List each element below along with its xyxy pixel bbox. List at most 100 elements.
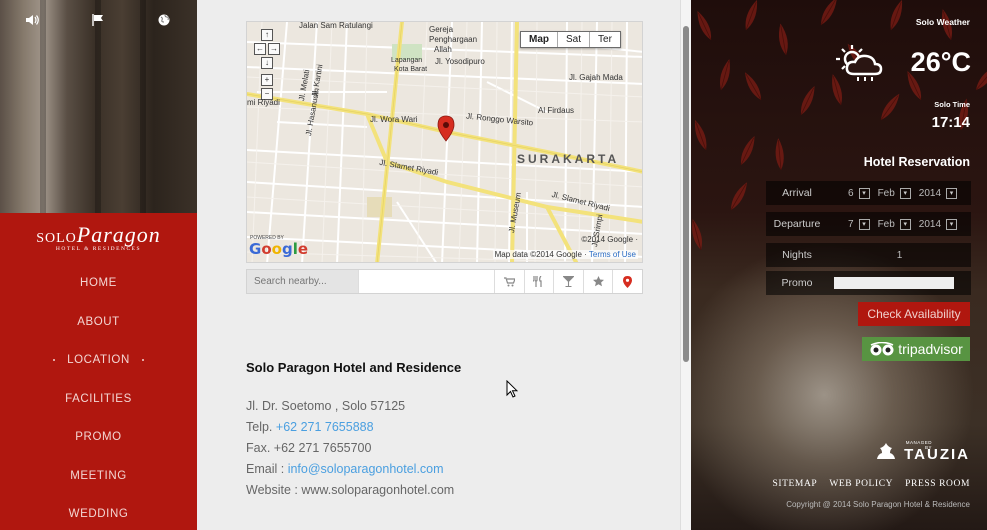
map-street-label: Jl. Yosodipuro bbox=[435, 57, 485, 66]
chevron-down-icon[interactable]: ▾ bbox=[858, 187, 870, 199]
email-link[interactable]: info@soloparagonhotel.com bbox=[288, 462, 444, 476]
nav-item-location[interactable]: LOCATION bbox=[0, 341, 197, 380]
cocktail-icon[interactable] bbox=[553, 270, 583, 293]
chevron-down-icon[interactable]: ▾ bbox=[858, 218, 870, 230]
telephone-line: Telp. +62 271 7655888 bbox=[246, 420, 666, 441]
tripadvisor-label: tripadvisor bbox=[898, 341, 963, 357]
hotel-contact-info: Solo Paragon Hotel and Residence Jl. Dr.… bbox=[246, 360, 666, 504]
departure-row: Departure 7 ▾ Feb ▾ 2014 ▾ bbox=[766, 212, 971, 236]
arrival-date-select[interactable]: 6 ▾ Feb ▾ 2014 ▾ bbox=[848, 187, 965, 199]
chevron-down-icon[interactable]: ▾ bbox=[946, 218, 958, 230]
pan-left-button[interactable]: ← bbox=[254, 43, 266, 55]
google-logo-letter: o bbox=[261, 240, 272, 258]
nav-item-wedding[interactable]: WEDDING bbox=[0, 495, 197, 530]
footer-link-web-policy[interactable]: WEB POLICY bbox=[829, 479, 893, 489]
chevron-down-icon[interactable]: ▾ bbox=[899, 187, 911, 199]
owl-icon bbox=[870, 342, 894, 356]
brand-accent: Paragon bbox=[76, 222, 161, 247]
map-type-switcher: Map Sat Ter bbox=[520, 31, 621, 48]
cart-icon[interactable] bbox=[494, 270, 524, 293]
page-scrollbar[interactable] bbox=[680, 0, 691, 530]
managed-by-label: MANAGED BY bbox=[905, 440, 932, 450]
arrival-row: Arrival 6 ▾ Feb ▾ 2014 ▾ bbox=[766, 181, 971, 205]
temperature: 26°C bbox=[910, 47, 971, 77]
speaker-icon[interactable] bbox=[24, 12, 40, 28]
tauzia-logo[interactable]: MANAGED BY TAUZIA bbox=[877, 440, 970, 463]
email-label: Email : bbox=[246, 462, 288, 476]
chevron-down-icon[interactable]: ▾ bbox=[946, 187, 958, 199]
left-sidebar: SOLOParagon HOTEL & RESIDENCES HOME ABOUT… bbox=[0, 0, 197, 530]
main-nav: HOME ABOUT LOCATION FACILITIES PROMO MEETING W… bbox=[0, 264, 197, 530]
pan-down-button[interactable]: ↓ bbox=[261, 57, 273, 69]
nav-item-about[interactable]: ABOUT bbox=[0, 303, 197, 342]
google-map[interactable]: ↑ ← → ↓ + − Map Sat Ter Jalan Sam Ratulang… bbox=[246, 21, 643, 263]
nav-item-promo[interactable]: PROMO bbox=[0, 418, 197, 457]
nav-label: LOCATION bbox=[67, 354, 130, 367]
pan-up-button[interactable]: ↑ bbox=[261, 29, 273, 41]
arrival-month: Feb bbox=[877, 187, 895, 199]
google-logo-letter: G bbox=[249, 240, 262, 258]
brand-subtitle: HOTEL & RESIDENCES bbox=[55, 246, 142, 252]
content-area: ↑ ← → ↓ + − Map Sat Ter Jalan Sam Ratulang… bbox=[197, 0, 680, 530]
chevron-down-icon[interactable]: ▾ bbox=[899, 218, 911, 230]
terms-of-use-link[interactable]: Terms of Use bbox=[589, 250, 636, 259]
map-type-ter[interactable]: Ter bbox=[590, 32, 620, 47]
arrival-day: 6 bbox=[848, 187, 854, 199]
footer-links: SITEMAP WEB POLICY PRESS ROOM bbox=[772, 479, 970, 489]
nav-item-home[interactable]: HOME bbox=[0, 264, 197, 303]
nav-item-meeting[interactable]: MEETING bbox=[0, 457, 197, 496]
flag-icon[interactable] bbox=[90, 12, 106, 28]
map-street-label: Kota Barat bbox=[394, 66, 428, 73]
footer-link-press-room[interactable]: PRESS ROOM bbox=[905, 479, 970, 489]
weather-label: Solo Weather bbox=[915, 17, 970, 27]
star-icon[interactable] bbox=[582, 270, 613, 293]
map-type-sat[interactable]: Sat bbox=[558, 32, 591, 47]
promo-row: Promo bbox=[766, 271, 971, 295]
time-label: Solo Time bbox=[934, 100, 970, 109]
map-street-label: Al Firdaus bbox=[538, 106, 575, 115]
restaurant-icon[interactable] bbox=[523, 270, 554, 293]
globe-icon[interactable] bbox=[156, 12, 172, 28]
mouse-cursor-icon bbox=[506, 380, 518, 398]
nearby-search-bar bbox=[246, 269, 643, 294]
tripadvisor-badge[interactable]: tripadvisor bbox=[862, 337, 970, 361]
promo-code-input[interactable] bbox=[834, 277, 954, 289]
departure-month: Feb bbox=[877, 218, 895, 230]
map-street-label: mi Riyadi bbox=[247, 98, 280, 107]
brand-main: SOLO bbox=[36, 231, 77, 246]
check-availability-button[interactable]: Check Availability bbox=[858, 302, 970, 326]
map-data-text: Map data ©2014 Google · bbox=[494, 250, 587, 259]
website-line: Website : www.soloparagonhotel.com bbox=[246, 483, 455, 497]
map-street-label: Gereja bbox=[429, 25, 454, 34]
hotel-logo[interactable]: SOLOParagon HOTEL & RESIDENCES bbox=[0, 222, 197, 252]
map-attribution: Map data ©2014 Google · Terms of Use bbox=[492, 250, 638, 259]
cloud-rain-sun-icon bbox=[836, 45, 883, 81]
promo-label: Promo bbox=[781, 277, 813, 289]
nav-item-facilities[interactable]: FACILITIES bbox=[0, 380, 197, 419]
nearby-search-field[interactable] bbox=[358, 270, 495, 293]
map-street-label: Jl. Gajah Mada bbox=[569, 73, 623, 82]
pan-right-button[interactable]: → bbox=[268, 43, 280, 55]
google-logo[interactable]: Google bbox=[249, 240, 308, 258]
map-city-label: SURAKARTA bbox=[517, 152, 620, 166]
departure-day: 7 bbox=[848, 218, 854, 230]
right-panel: Solo Weather 26°C Solo Time 17:14 Hotel … bbox=[691, 0, 987, 530]
nearby-search-input[interactable] bbox=[247, 270, 358, 293]
map-pin-icon[interactable] bbox=[612, 270, 642, 293]
google-logo-letter: e bbox=[297, 240, 309, 258]
map-street-label: Lapangan bbox=[391, 57, 423, 64]
telephone-link[interactable]: +62 271 7655888 bbox=[276, 420, 374, 434]
hotel-name: Solo Paragon Hotel and Residence bbox=[246, 360, 462, 375]
departure-year: 2014 bbox=[918, 218, 942, 230]
nights-label: Nights bbox=[782, 249, 812, 261]
nights-value[interactable]: 1 bbox=[828, 250, 971, 261]
departure-label: Departure bbox=[773, 218, 821, 230]
zoom-in-button[interactable]: + bbox=[261, 74, 273, 86]
departure-date-select[interactable]: 7 ▾ Feb ▾ 2014 ▾ bbox=[848, 218, 965, 230]
map-type-map[interactable]: Map bbox=[521, 32, 558, 47]
arrival-label: Arrival bbox=[782, 187, 812, 199]
footer-link-sitemap[interactable]: SITEMAP bbox=[772, 479, 817, 489]
scrollbar-thumb[interactable] bbox=[683, 26, 689, 362]
tauzia-emblem-icon bbox=[877, 443, 895, 459]
top-icon-bar bbox=[0, 8, 197, 32]
